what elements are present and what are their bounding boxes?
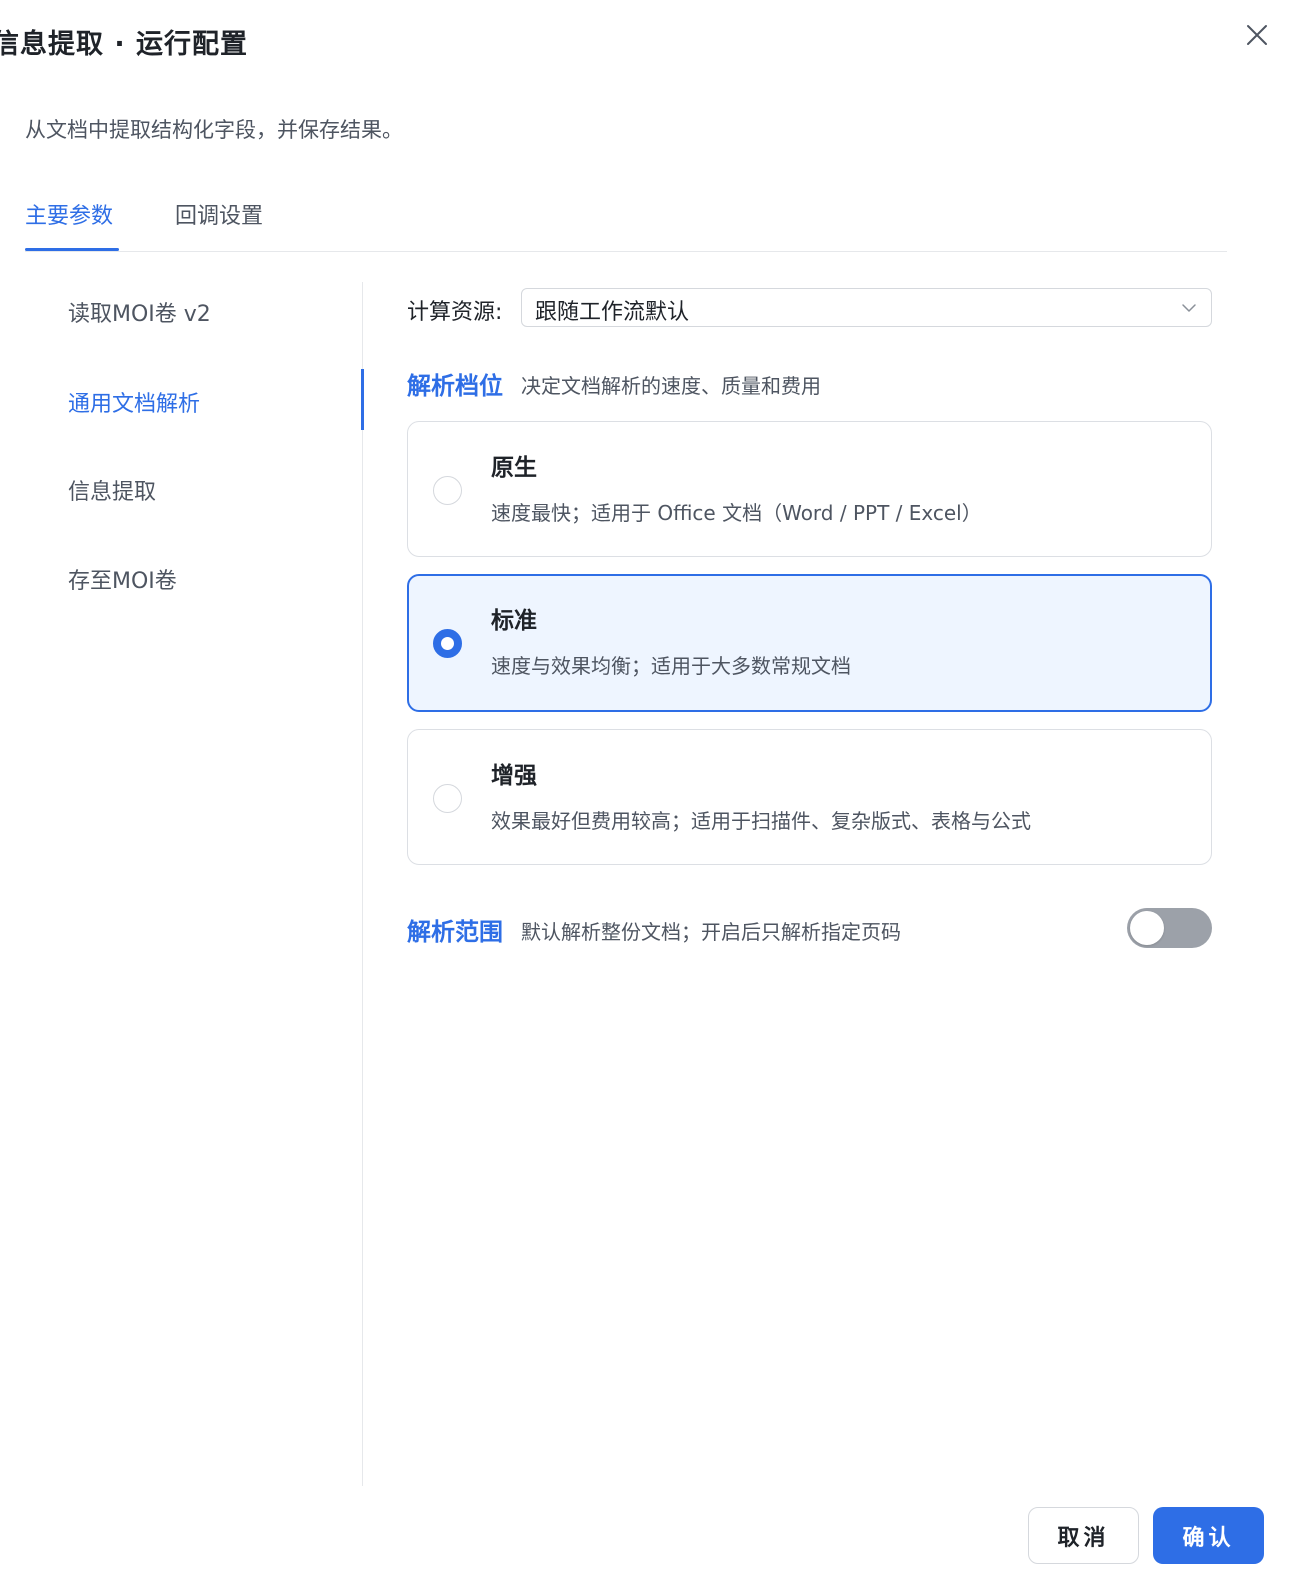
parse-range-title: 解析范围 xyxy=(407,918,503,946)
close-icon xyxy=(1247,25,1267,45)
option-title: 标准 xyxy=(491,608,537,634)
nav-item-save-moi-volume[interactable]: 存至MOI卷 xyxy=(68,563,177,595)
parse-option-enhanced[interactable]: 增强 效果最好但费用较高；适用于扫描件、复杂版式、表格与公式 xyxy=(407,729,1212,865)
radio-standard[interactable] xyxy=(433,629,462,658)
chevron-down-icon xyxy=(1182,304,1196,312)
option-title: 增强 xyxy=(491,763,537,789)
parse-option-standard[interactable]: 标准 速度与效果均衡；适用于大多数常规文档 xyxy=(407,574,1212,712)
tab-main-params[interactable]: 主要参数 xyxy=(25,198,113,230)
parse-option-native[interactable]: 原生 速度最快；适用于 Office 文档（Word / PPT / Excel… xyxy=(407,421,1212,557)
dialog-title: 信息提取 · 运行配置 xyxy=(0,29,249,60)
tab-callback-settings[interactable]: 回调设置 xyxy=(175,198,263,230)
nav-item-read-moi-volume[interactable]: 读取MOI卷 v2 xyxy=(68,296,211,328)
radio-enhanced[interactable] xyxy=(433,784,462,813)
parse-range-toggle[interactable] xyxy=(1127,908,1212,948)
radio-native[interactable] xyxy=(433,476,462,505)
compute-resource-label: 计算资源: xyxy=(407,300,503,325)
nav-active-indicator xyxy=(361,369,364,430)
toggle-knob xyxy=(1130,911,1164,945)
nav-divider xyxy=(362,282,363,1486)
close-button[interactable] xyxy=(1244,22,1270,48)
option-title: 原生 xyxy=(491,455,537,481)
parse-level-title: 解析档位 xyxy=(407,372,503,400)
option-description: 速度与效果均衡；适用于大多数常规文档 xyxy=(491,654,851,678)
compute-resource-select[interactable]: 跟随工作流默认 xyxy=(521,288,1212,327)
parse-level-subtitle: 决定文档解析的速度、质量和费用 xyxy=(521,374,821,398)
confirm-button[interactable]: 确认 xyxy=(1153,1507,1264,1564)
nav-item-general-doc-parse[interactable]: 通用文档解析 xyxy=(68,386,200,418)
nav-item-info-extract[interactable]: 信息提取 xyxy=(68,474,156,506)
parse-range-subtitle: 默认解析整份文档；开启后只解析指定页码 xyxy=(521,920,901,944)
option-description: 效果最好但费用较高；适用于扫描件、复杂版式、表格与公式 xyxy=(491,809,1031,833)
tab-bar: 主要参数 回调设置 xyxy=(25,190,1227,252)
tab-active-indicator xyxy=(25,248,119,251)
option-description: 速度最快；适用于 Office 文档（Word / PPT / Excel） xyxy=(491,501,982,525)
cancel-button[interactable]: 取消 xyxy=(1028,1507,1139,1564)
dialog-description: 从文档中提取结构化字段，并保存结果。 xyxy=(25,118,403,142)
compute-resource-value: 跟随工作流默认 xyxy=(535,300,690,325)
